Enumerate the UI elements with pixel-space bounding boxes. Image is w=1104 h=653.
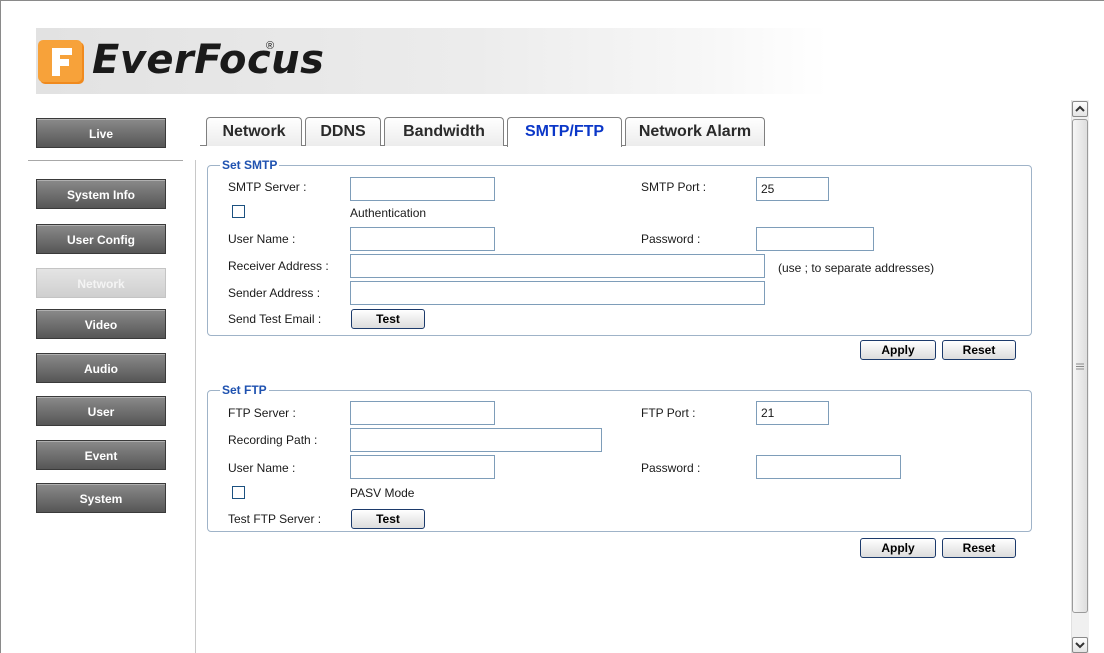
send-test-email-label: Send Test Email : — [228, 312, 322, 326]
sender-address-input[interactable] — [350, 281, 765, 305]
window-top-border — [0, 0, 1104, 1]
scrollbar-grip-icon — [1076, 363, 1084, 370]
smtp-test-button[interactable]: Test — [351, 309, 425, 329]
ftp-legend: Set FTP — [220, 383, 269, 397]
authentication-label: Authentication — [350, 206, 427, 220]
tab-ddns[interactable]: DDNS — [305, 117, 381, 146]
scroll-down-arrow-icon[interactable] — [1072, 637, 1088, 653]
sidebar-divider — [28, 160, 183, 161]
smtp-fieldset — [207, 165, 1032, 336]
recording-path-input[interactable] — [350, 428, 602, 452]
scroll-up-arrow-icon[interactable] — [1072, 101, 1088, 117]
ftp-port-label: FTP Port : — [641, 406, 696, 420]
smtp-port-label: SMTP Port : — [641, 180, 707, 194]
pasv-mode-checkbox[interactable] — [232, 486, 245, 499]
content-left-border — [195, 160, 196, 653]
ftp-port-input[interactable] — [756, 401, 829, 425]
smtp-port-input[interactable] — [756, 177, 829, 201]
authentication-checkbox[interactable] — [232, 205, 245, 218]
ftp-reset-button[interactable]: Reset — [942, 538, 1016, 558]
pasv-mode-label: PASV Mode — [350, 486, 415, 500]
ftp-password-input[interactable] — [756, 455, 901, 479]
smtp-reset-button[interactable]: Reset — [942, 340, 1016, 360]
ftp-user-name-input[interactable] — [350, 455, 495, 479]
test-ftp-server-label: Test FTP Server : — [228, 512, 322, 526]
ftp-password-label: Password : — [641, 461, 701, 475]
sender-address-label: Sender Address : — [228, 286, 321, 300]
logo-text: EverFocus — [92, 37, 325, 83]
tab-network[interactable]: Network — [206, 117, 302, 146]
recording-path-label: Recording Path : — [228, 433, 318, 447]
tab-smtp-ftp[interactable]: SMTP/FTP — [507, 117, 622, 147]
registered-mark: ® — [266, 40, 275, 52]
tab-bandwidth[interactable]: Bandwidth — [384, 117, 504, 146]
sidebar-item-system[interactable]: System — [36, 483, 166, 513]
receiver-address-input[interactable] — [350, 254, 765, 278]
sidebar-item-user-config[interactable]: User Config — [36, 224, 166, 254]
smtp-apply-button[interactable]: Apply — [860, 340, 936, 360]
ftp-apply-button[interactable]: Apply — [860, 538, 936, 558]
ftp-user-name-label: User Name : — [228, 461, 296, 475]
receiver-address-hint: (use ; to separate addresses) — [778, 261, 935, 275]
smtp-legend: Set SMTP — [220, 158, 280, 172]
everfocus-logo-icon — [38, 40, 84, 84]
ftp-fieldset — [207, 390, 1032, 532]
ftp-test-button[interactable]: Test — [351, 509, 425, 529]
sidebar-item-system-info[interactable]: System Info — [36, 179, 166, 209]
smtp-server-label: SMTP Server : — [228, 180, 307, 194]
sidebar-item-video[interactable]: Video — [36, 309, 166, 339]
smtp-password-label: Password : — [641, 232, 701, 246]
sidebar-item-live[interactable]: Live — [36, 118, 166, 148]
smtp-password-input[interactable] — [756, 227, 874, 251]
sidebar-item-network[interactable]: Network — [36, 268, 166, 298]
sidebar-item-event[interactable]: Event — [36, 440, 166, 470]
sidebar-item-user[interactable]: User — [36, 396, 166, 426]
smtp-user-name-label: User Name : — [228, 232, 296, 246]
tab-network-alarm[interactable]: Network Alarm — [625, 117, 765, 146]
receiver-address-label: Receiver Address : — [228, 259, 329, 273]
ftp-server-label: FTP Server : — [228, 406, 296, 420]
smtp-user-name-input[interactable] — [350, 227, 495, 251]
window-left-border — [0, 0, 1, 653]
ftp-server-input[interactable] — [350, 401, 495, 425]
smtp-server-input[interactable] — [350, 177, 495, 201]
sidebar-item-audio[interactable]: Audio — [36, 353, 166, 383]
